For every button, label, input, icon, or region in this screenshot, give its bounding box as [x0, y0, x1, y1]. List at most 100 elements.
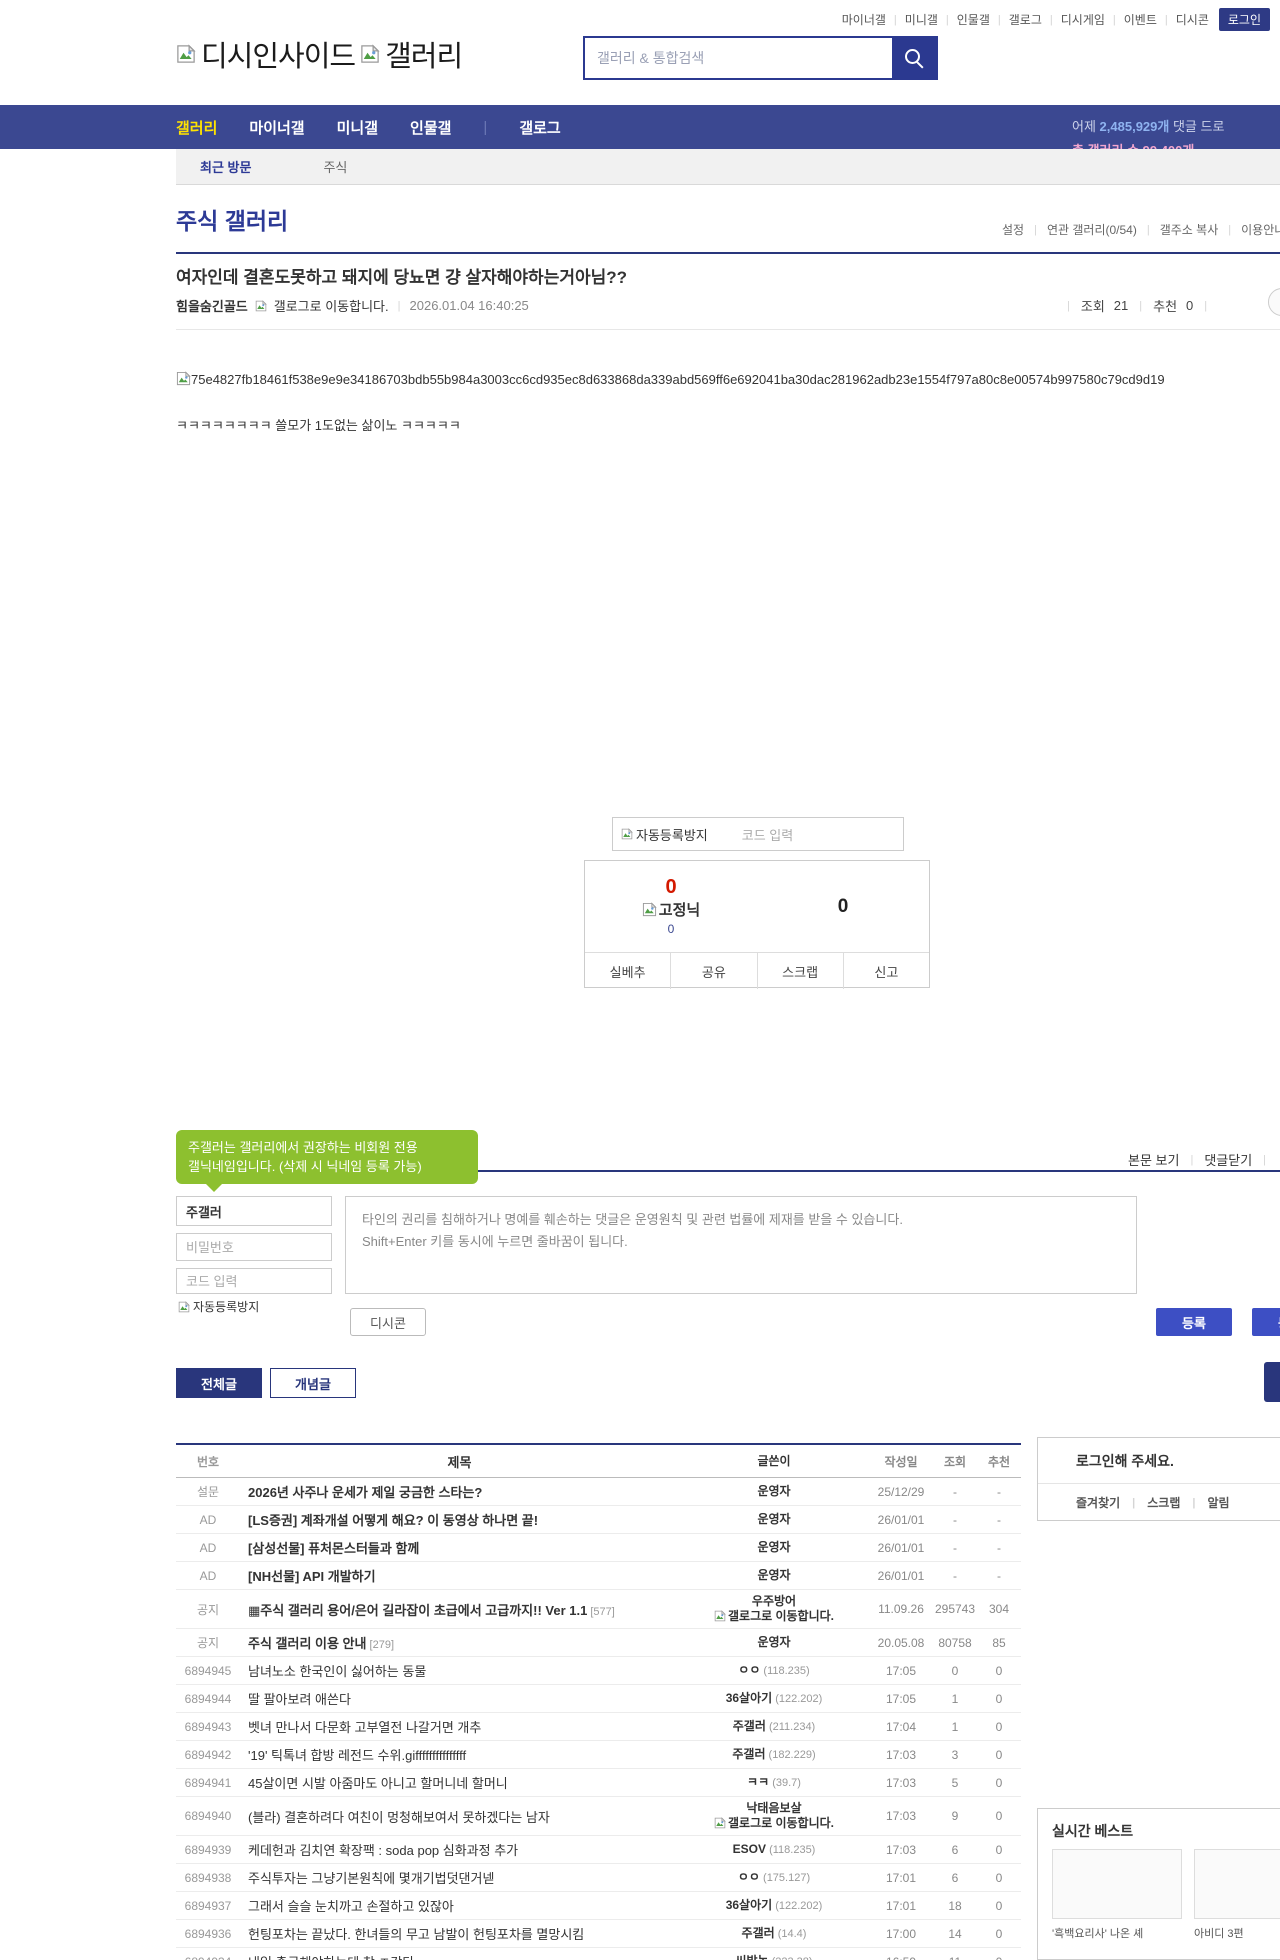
- gallery-header-link[interactable]: 연관 갤러리(0/54): [1047, 221, 1137, 238]
- comment-header-link[interactable]: 댓글닫기: [1204, 1150, 1252, 1169]
- topnav-item[interactable]: 디시콘: [1176, 11, 1209, 28]
- post-title-link[interactable]: 내일 출근해야하는데 참 ㅈ같다: [248, 1955, 414, 1960]
- login-quick-link[interactable]: 즐겨찾기: [1076, 1494, 1120, 1511]
- post-title-link[interactable]: [NH선물] API 개발하기: [248, 1569, 376, 1584]
- site-logo[interactable]: 디시인사이드 갤러리: [176, 33, 463, 75]
- board-row: 6894934 내일 출근해야하는데 참 ㅈ같다 씨발놈 (223.38) 16:59…: [176, 1948, 1021, 1960]
- tab-all-posts[interactable]: 전체글: [176, 1368, 262, 1398]
- best-caption[interactable]: 아비디 3편: [1194, 1925, 1280, 1941]
- best-thumbnail[interactable]: [1052, 1849, 1182, 1919]
- post-author[interactable]: ㅇㅇ (118.235): [679, 1663, 869, 1679]
- post-author[interactable]: ESOV (118.235): [679, 1842, 869, 1858]
- post-author[interactable]: 주갤러 (14.4): [679, 1926, 869, 1942]
- tab-best-posts[interactable]: 개념글: [270, 1368, 356, 1398]
- comment-bubble-icon[interactable]: [1268, 288, 1280, 316]
- post-author[interactable]: ㅋㅋ (39.7): [679, 1775, 869, 1791]
- post-author[interactable]: 운영자: [679, 1635, 869, 1650]
- post-number: 공지: [196, 1602, 220, 1617]
- post-author[interactable]: 운영자: [679, 1568, 869, 1583]
- captcha-image: 자동등록방지: [621, 825, 708, 844]
- comment-textarea[interactable]: 타인의 권리를 침해하거나 명예를 훼손하는 댓글은 운영원칙 및 관련 법률에…: [345, 1196, 1137, 1294]
- gallery-header-link[interactable]: 이용안내: [1241, 221, 1280, 238]
- post-author[interactable]: 낙태음보살 갤로그로 이동합니다.: [679, 1801, 869, 1831]
- board-row: 설문 2026년 사주나 운세가 제일 궁금한 스타는? 운영자 25/12/29 - -: [176, 1478, 1021, 1506]
- author-name: 우주방어: [751, 1594, 797, 1608]
- main-nav-item[interactable]: 인물갤: [410, 117, 451, 138]
- post-title-link[interactable]: 딸 팔아보려 애쓴다: [248, 1692, 351, 1707]
- post-author[interactable]: 씨발놈 (223.38): [679, 1954, 869, 1960]
- post-title-link[interactable]: 45살이면 시발 아줌마도 아니고 할머니네 할머니: [248, 1776, 508, 1791]
- post-author[interactable]: 힘을숨긴골드: [176, 296, 248, 315]
- post-views: 14: [948, 1926, 962, 1941]
- login-quick-link[interactable]: 스크랩: [1147, 1494, 1180, 1511]
- post-title-link[interactable]: 남녀노소 한국인이 싫어하는 동물: [248, 1664, 426, 1679]
- topnav-item[interactable]: 디시게임: [1061, 11, 1105, 28]
- comment-submit-button[interactable]: 등록: [1156, 1308, 1232, 1336]
- post-title-link[interactable]: 그래서 슬슬 눈치까고 손절하고 있잖아: [248, 1899, 454, 1914]
- login-button[interactable]: 로그인: [1218, 8, 1270, 31]
- vote-action-button[interactable]: 공유: [670, 953, 756, 989]
- dccon-button[interactable]: 디시콘: [350, 1308, 426, 1336]
- post-author[interactable]: 주갤러 (182.229): [679, 1747, 869, 1763]
- post-title-link[interactable]: 헌팅포차는 끝났다. 한녀들의 무고 남발이 헌팅포차를 멸망시킴: [248, 1927, 584, 1942]
- topnav-item[interactable]: 인물갤: [957, 11, 990, 28]
- post-title-link[interactable]: 케데헌과 김치연 확장팩 : soda pop 심화과정 추가: [248, 1843, 518, 1858]
- topnav-item[interactable]: 갤로그: [1009, 11, 1042, 28]
- post-author[interactable]: 운영자: [679, 1540, 869, 1555]
- comment-code-input[interactable]: [176, 1268, 332, 1294]
- comment-header-link[interactable]: 본문 보기: [1128, 1150, 1179, 1169]
- best-thumbnail[interactable]: [1194, 1849, 1280, 1919]
- post-author[interactable]: 36살아기 (122.202): [679, 1691, 869, 1707]
- captcha-code-input[interactable]: 코드 입력: [742, 825, 793, 844]
- post-title-link[interactable]: [삼성선물] 퓨처몬스터들과 함께: [248, 1541, 419, 1556]
- downvote-count[interactable]: 0: [838, 896, 849, 918]
- post-title-link[interactable]: 주식 갤러리 이용 안내: [248, 1636, 366, 1651]
- best-caption[interactable]: '흑백요리사' 나온 셰: [1052, 1925, 1182, 1941]
- post-title-link[interactable]: [LS증권] 계좌개설 어떻게 해요? 이 동영상 하나면 끝!: [248, 1513, 538, 1528]
- gallery-header-link[interactable]: 설정: [1002, 221, 1024, 238]
- post-author[interactable]: 운영자: [679, 1484, 869, 1499]
- post-title-cell: 그래서 슬슬 눈치까고 손절하고 있잖아: [240, 1896, 679, 1915]
- topnav-item[interactable]: 마이너갤: [842, 11, 886, 28]
- main-nav-item[interactable]: 미니갤: [337, 117, 378, 138]
- vote-action-button[interactable]: 스크랩: [756, 953, 843, 989]
- topnav-item[interactable]: 이벤트: [1124, 11, 1157, 28]
- vote-action-button[interactable]: 실베추: [585, 953, 670, 989]
- comment-header-links: 본문 보기 | 댓글닫기 |: [1128, 1150, 1268, 1169]
- main-nav-item[interactable]: 마이너갤: [249, 117, 304, 138]
- topnav-item[interactable]: 미니갤: [905, 11, 938, 28]
- post-title-link[interactable]: ▦주식 갤러리 용어/은어 길라잡이 초급에서 고급까지!! Ver 1.1: [248, 1603, 587, 1618]
- gallog-link[interactable]: 갤로그로 이동합니다.: [274, 296, 389, 315]
- post-date: 20.05.08: [877, 1635, 925, 1650]
- comment-password-input[interactable]: [176, 1233, 332, 1261]
- separator: |: [1034, 223, 1037, 236]
- main-nav-item[interactable]: 갤러리: [176, 117, 217, 138]
- post-author[interactable]: ㅇㅇ (175.127): [679, 1870, 869, 1886]
- search-input[interactable]: [585, 38, 892, 78]
- comment-submit-button-clipped[interactable]: 등록: [1252, 1308, 1280, 1336]
- gallery-header-link[interactable]: 갤주소 복사: [1160, 221, 1219, 238]
- recommend-count: 0: [1186, 298, 1194, 313]
- post-author[interactable]: 우주방어 갤로그로 이동합니다.: [679, 1594, 869, 1624]
- vote-action-button[interactable]: 신고: [842, 953, 929, 989]
- nickname-tooltip: 주갤러는 갤러리에서 권장하는 비회원 전용 갤닉네임입니다. (삭제 시 닉네…: [176, 1130, 478, 1192]
- separator: |: [1263, 1153, 1267, 1166]
- login-quick-link[interactable]: 알림: [1207, 1494, 1229, 1511]
- recent-visit-label[interactable]: 최근 방문: [200, 157, 251, 176]
- search-button[interactable]: [892, 38, 936, 78]
- post-author[interactable]: 주갤러 (211.234): [679, 1719, 869, 1735]
- author-line: 주갤러 (14.4): [742, 1926, 807, 1942]
- post-title-link[interactable]: '19' 틱톡녀 합방 레전드 수위.gifffffffffffffff: [248, 1748, 466, 1763]
- gallery-title[interactable]: 주식 갤러리: [176, 202, 288, 236]
- main-nav-item[interactable]: 갤로그: [519, 117, 560, 138]
- post-title-link[interactable]: 2026년 사주나 운세가 제일 궁금한 스타는?: [248, 1485, 482, 1500]
- post-author[interactable]: 36살아기 (122.202): [679, 1898, 869, 1914]
- write-button-clipped[interactable]: [1264, 1362, 1280, 1402]
- post-author[interactable]: 운영자: [679, 1512, 869, 1527]
- comment-nickname-input[interactable]: [176, 1196, 332, 1226]
- recent-visit-tab-stock[interactable]: 주식: [323, 157, 347, 176]
- post-title-link[interactable]: 벳녀 만나서 다문화 고부열전 나갈거면 개추: [248, 1720, 481, 1735]
- post-title-link[interactable]: (블라) 결혼하려다 여친이 멍청해보여서 못하겠다는 남자: [248, 1810, 550, 1825]
- post-title-link[interactable]: 주식투자는 그냥기본원칙에 몇개기법덧댄거넫: [248, 1871, 494, 1886]
- upvote-count[interactable]: 0: [665, 877, 676, 897]
